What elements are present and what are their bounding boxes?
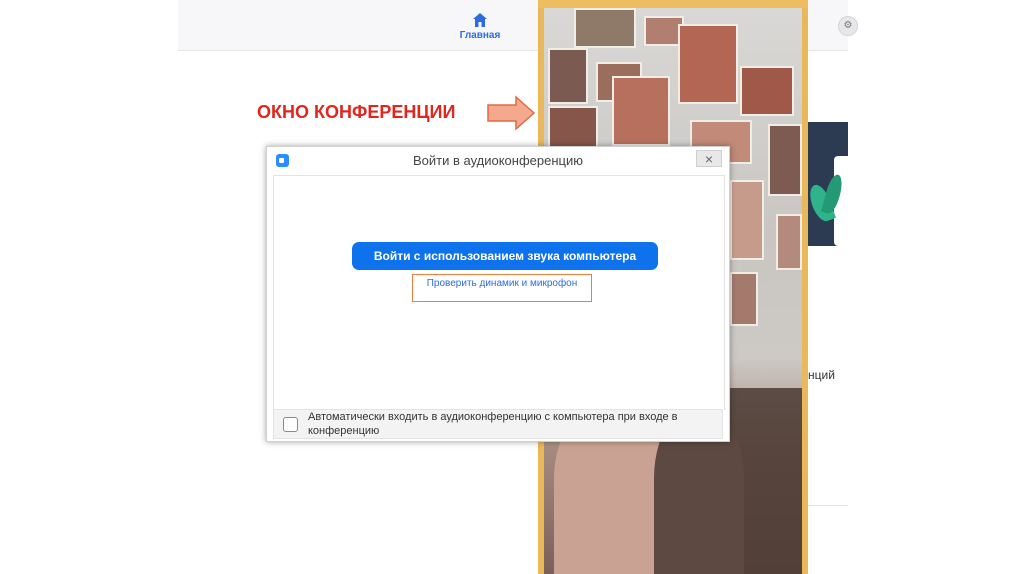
settings-icon[interactable]: ⚙ — [838, 16, 858, 36]
conference-titlebar[interactable] — [538, 0, 808, 8]
auto-join-label: Автоматически входить в аудиоконференцию… — [308, 411, 678, 437]
join-computer-audio-button[interactable]: Войти с использованием звука компьютера — [352, 242, 658, 270]
tab-home[interactable]: Главная — [452, 12, 508, 41]
dialog-title: Войти в аудиоконференцию — [412, 153, 583, 168]
test-speaker-mic-link[interactable]: Проверить динамик и микрофон — [412, 274, 592, 302]
wall-photo — [548, 48, 588, 104]
wall-photo — [768, 124, 802, 196]
divider — [808, 505, 848, 506]
wall-photo — [730, 180, 764, 260]
wall-photo — [678, 24, 738, 104]
audio-join-dialog: Войти в аудиоконференцию × Войти с испол… — [266, 146, 730, 442]
dialog-titlebar[interactable]: Войти в аудиоконференцию × — [267, 147, 729, 173]
home-icon — [473, 13, 487, 27]
wall-photo — [776, 214, 802, 270]
side-partial-text: нций — [808, 368, 835, 382]
auto-join-bar: Автоматически входить в аудиоконференцию… — [273, 409, 723, 439]
side-illustration — [808, 122, 848, 246]
auto-join-checkbox[interactable] — [283, 417, 298, 432]
wall-photo — [574, 8, 636, 48]
dialog-body: Войти с использованием звука компьютера … — [273, 175, 725, 410]
annotation-title: ОКНО КОНФЕРЕНЦИИ — [257, 102, 456, 122]
wall-photo — [730, 272, 758, 326]
wall-photo — [740, 66, 794, 116]
tab-home-label: Главная — [459, 30, 501, 41]
wall-photo — [548, 106, 598, 148]
wall-photo — [612, 76, 670, 146]
close-button[interactable]: × — [696, 150, 722, 167]
arrow-right-icon — [487, 95, 536, 131]
